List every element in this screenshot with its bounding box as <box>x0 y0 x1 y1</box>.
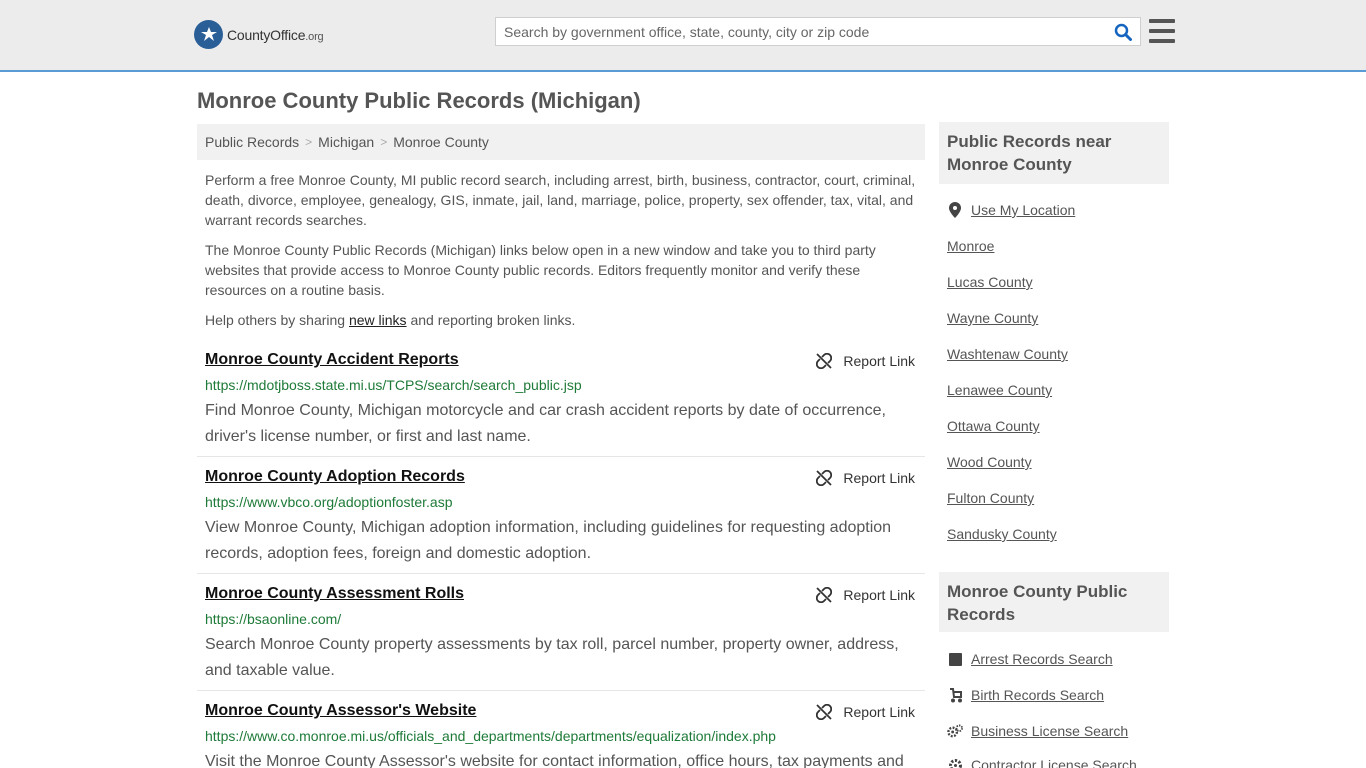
page-title: Monroe County Public Records (Michigan) <box>197 88 641 113</box>
broken-link-icon <box>816 587 833 603</box>
arrest-records-search-link[interactable]: Arrest Records Search <box>947 651 1113 667</box>
broken-link-icon <box>816 704 833 720</box>
search-bar <box>495 17 1141 46</box>
breadcrumb-michigan[interactable]: Michigan <box>318 134 374 150</box>
search-icon <box>1114 23 1132 41</box>
intro-paragraph: Perform a free Monroe County, MI public … <box>205 172 916 228</box>
nearby-records-heading: Public Records near Monroe County <box>939 122 1169 184</box>
contractor-license-search-link[interactable]: Contractor License Search <box>947 757 1137 768</box>
report-link-button[interactable]: Report Link <box>816 704 915 720</box>
gears-icon <box>947 723 963 739</box>
nearby-link-lenawee-county[interactable]: Lenawee County <box>947 382 1052 398</box>
use-my-location-link[interactable]: Use My Location <box>947 202 1075 218</box>
nearby-link-fulton-county[interactable]: Fulton County <box>947 490 1034 506</box>
disclaimer-paragraph: The Monroe County Public Records (Michig… <box>205 242 876 298</box>
square-icon <box>947 651 963 667</box>
record-url: https://bsaonline.com/ <box>205 611 342 627</box>
report-link-button[interactable]: Report Link <box>816 470 915 486</box>
report-link-button[interactable]: Report Link <box>816 587 915 603</box>
hamburger-menu-icon[interactable] <box>1149 19 1175 43</box>
map-marker-icon <box>947 202 963 218</box>
record-description: Find Monroe County, Michigan motorcycle … <box>205 402 886 445</box>
record-item: Monroe County Accident Reports Report Li… <box>197 351 925 457</box>
share-paragraph: Help others by sharing new links and rep… <box>205 312 576 328</box>
report-link-button[interactable]: Report Link <box>816 353 915 369</box>
nearby-link-wood-county[interactable]: Wood County <box>947 454 1032 470</box>
breadcrumb-separator: > <box>380 135 388 149</box>
site-header: CountyOffice.org <box>0 0 1366 72</box>
new-links-link[interactable]: new links <box>349 312 407 328</box>
birth-records-search-link[interactable]: Birth Records Search <box>947 687 1104 703</box>
nearby-link-monroe[interactable]: Monroe <box>947 238 994 254</box>
record-url: https://www.vbco.org/adoptionfoster.asp <box>205 494 453 510</box>
record-title-link[interactable]: Monroe County Assessor's Website <box>205 702 476 720</box>
record-url: https://www.co.monroe.mi.us/officials_an… <box>205 728 776 744</box>
site-logo[interactable]: CountyOffice.org <box>194 20 324 49</box>
logo-text: CountyOffice.org <box>227 26 324 43</box>
seal-icon <box>194 20 223 49</box>
nearby-link-washtenaw-county[interactable]: Washtenaw County <box>947 346 1068 362</box>
search-button[interactable] <box>1106 18 1140 45</box>
nearby-link-ottawa-county[interactable]: Ottawa County <box>947 418 1040 434</box>
record-url: https://mdotjboss.state.mi.us/TCPS/searc… <box>205 377 582 393</box>
record-description: View Monroe County, Michigan adoption in… <box>205 519 892 562</box>
county-records-heading: Monroe County Public Records <box>939 572 1169 632</box>
gear-icon <box>947 757 963 768</box>
record-item: Monroe County Assessor's Website Report … <box>197 702 925 768</box>
stroller-icon <box>947 687 963 703</box>
record-description: Visit the Monroe County Assessor's websi… <box>205 753 904 768</box>
record-description: Search Monroe County property assessment… <box>205 636 899 679</box>
record-title-link[interactable]: Monroe County Assessment Rolls <box>205 585 464 603</box>
business-license-search-link[interactable]: Business License Search <box>947 723 1128 739</box>
record-item: Monroe County Assessment Rolls Report Li… <box>197 585 925 691</box>
search-input[interactable] <box>496 18 1106 45</box>
breadcrumb-current: Monroe County <box>393 134 489 150</box>
record-title-link[interactable]: Monroe County Accident Reports <box>205 351 459 369</box>
nearby-link-lucas-county[interactable]: Lucas County <box>947 274 1033 290</box>
nearby-link-wayne-county[interactable]: Wayne County <box>947 310 1038 326</box>
record-item: Monroe County Adoption Records Report Li… <box>197 468 925 574</box>
breadcrumb-separator: > <box>305 135 313 149</box>
breadcrumb-public-records[interactable]: Public Records <box>205 134 299 150</box>
nearby-link-sandusky-county[interactable]: Sandusky County <box>947 526 1057 542</box>
record-title-link[interactable]: Monroe County Adoption Records <box>205 468 465 486</box>
broken-link-icon <box>816 353 833 369</box>
breadcrumb: Public Records > Michigan > Monroe Count… <box>197 124 925 160</box>
broken-link-icon <box>816 470 833 486</box>
